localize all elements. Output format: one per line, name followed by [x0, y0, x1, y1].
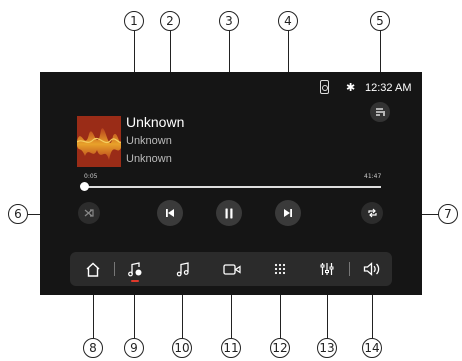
callout-10: 10: [172, 338, 192, 358]
callout-5: 5: [370, 11, 390, 31]
nav-music-source[interactable]: [121, 256, 149, 282]
nav-home[interactable]: [79, 256, 107, 282]
progress-track[interactable]: [85, 186, 381, 188]
next-button[interactable]: [275, 200, 301, 226]
music-source-icon: [128, 261, 142, 276]
apps-grid-icon: [274, 263, 286, 275]
nav-music[interactable]: [169, 256, 197, 282]
callout-8: 8: [83, 338, 103, 358]
callout-7: 7: [438, 204, 458, 224]
nav-equalizer[interactable]: [313, 256, 341, 282]
progress-handle[interactable]: [80, 182, 89, 191]
volume-icon: [363, 262, 380, 276]
shuffle-button[interactable]: [78, 202, 100, 224]
callout-11: 11: [221, 338, 241, 358]
home-icon: [86, 262, 100, 277]
bluetooth-icon: ✱: [346, 81, 356, 94]
track-album: Unknown: [126, 153, 172, 165]
pause-icon: [225, 208, 233, 218]
video-icon: [223, 263, 241, 275]
callout-3: 3: [219, 11, 239, 31]
nav-apps[interactable]: [266, 256, 294, 282]
repeat-button[interactable]: [361, 202, 383, 224]
callout-9: 9: [124, 338, 144, 358]
total-time: 41:47: [364, 173, 382, 180]
track-title: Unknown: [126, 114, 185, 130]
equalizer-icon: [320, 263, 334, 275]
playlist-button[interactable]: [370, 102, 390, 122]
phone-connection-icon: [320, 80, 329, 94]
skip-previous-icon: [166, 209, 174, 217]
playlist-icon: [375, 108, 385, 116]
skip-next-icon: [284, 209, 292, 217]
previous-button[interactable]: [157, 200, 183, 226]
track-artist: Unknown: [126, 135, 172, 147]
nav-separator: [349, 262, 350, 276]
clock: 12:32 AM: [365, 82, 412, 94]
active-indicator: [131, 280, 139, 282]
repeat-icon: [367, 208, 377, 218]
album-art: [77, 116, 121, 167]
callout-12: 12: [270, 338, 290, 358]
bottom-navigation: [70, 252, 392, 286]
callout-14: 14: [362, 338, 382, 358]
play-pause-button[interactable]: [216, 200, 242, 226]
nav-separator: [114, 262, 115, 276]
music-note-icon: [176, 261, 189, 276]
callout-13: 13: [317, 338, 337, 358]
callout-6: 6: [8, 204, 28, 224]
callout-2: 2: [160, 11, 180, 31]
player-screen: ✱ 12:32 AM Unknown Unknown Unknown 0:05 …: [40, 72, 422, 295]
nav-video[interactable]: [218, 256, 246, 282]
callout-1: 1: [124, 11, 144, 31]
shuffle-icon: [84, 209, 94, 217]
elapsed-time: 0:05: [84, 173, 98, 180]
callout-4: 4: [278, 11, 298, 31]
nav-volume[interactable]: [358, 256, 386, 282]
